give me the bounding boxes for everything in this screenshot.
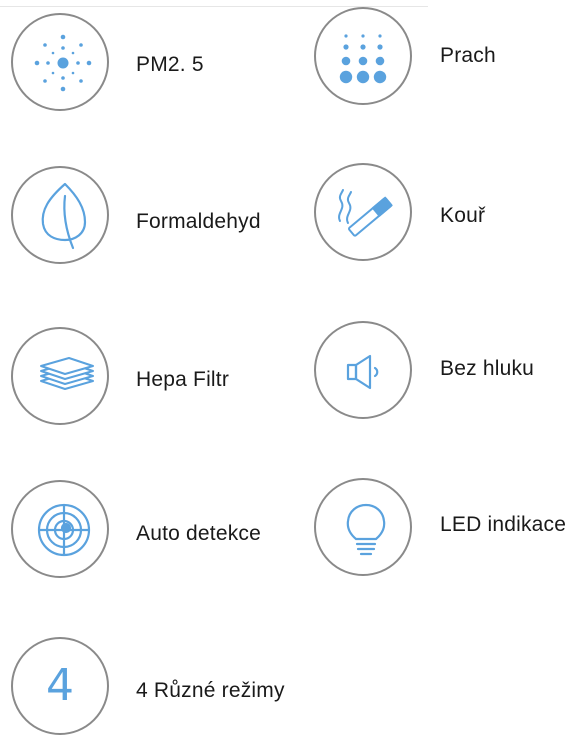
feature-label: PM2. 5 [136, 53, 204, 76]
feature-label: LED indikace [440, 513, 567, 536]
light-bulb-icon [314, 478, 412, 576]
number-four-icon: 4 [11, 637, 109, 735]
feature-label: Bez hluku [440, 357, 535, 380]
feature-label: Prach [440, 44, 496, 67]
feature-label: Auto detekce [136, 522, 261, 545]
feature-label: 4 Různé režimy [136, 679, 285, 702]
leaf-icon [11, 166, 109, 264]
filter-layers-icon [11, 327, 109, 425]
feature-label: Hepa Filtr [136, 368, 230, 391]
dust-dots-icon [314, 7, 412, 105]
particles-radial-icon [11, 13, 109, 111]
feature-label: Formaldehyd [136, 210, 261, 233]
cigarette-smoke-icon [314, 163, 412, 261]
speaker-quiet-icon [314, 321, 412, 419]
target-sensor-icon [11, 480, 109, 578]
feature-label: Kouř [440, 204, 486, 227]
